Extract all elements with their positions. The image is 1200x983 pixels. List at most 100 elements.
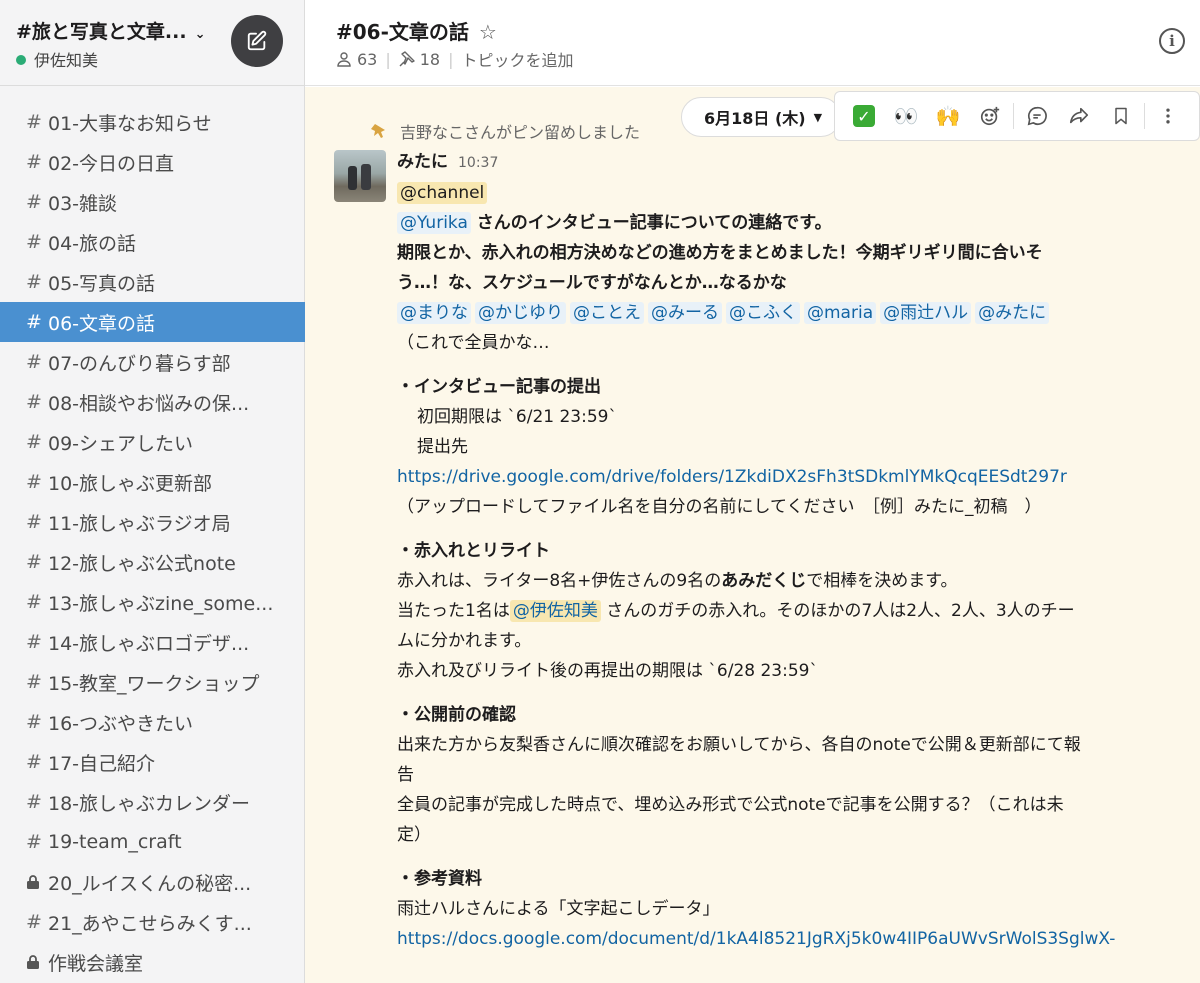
sidebar-item-channel[interactable]: #04-旅の話 [0,222,305,262]
user-mention[interactable]: @かじゆり [475,302,566,324]
drive-link[interactable]: https://drive.google.com/drive/folders/1… [397,467,1067,487]
section-title: ・参考資料 [397,869,482,889]
date-divider-button[interactable]: 6月18日 (木) ▼ [681,97,842,137]
sidebar-item-channel[interactable]: #03-雑談 [0,182,305,222]
hash-icon: # [26,591,42,613]
user-mention[interactable]: @みーる [648,302,722,324]
sidebar-item-label: 21_あやこせらみくす... [48,912,252,935]
sidebar-item-label: 11-旅しゃぶラジオ局 [48,512,231,535]
react-check-button[interactable]: ✓ [843,96,885,136]
add-topic-button[interactable]: トピックを追加 [462,47,574,71]
message-line: 赤入れは、ライター8名+伊佐さんの9名のあみだくじで相棒を決めます。 [397,566,1197,596]
pin-notice: 吉野なこさんがピン留めしました [370,119,640,143]
sidebar-item-label: 10-旅しゃぶ更新部 [48,472,213,495]
sidebar-item-channel[interactable]: #17-自己紹介 [0,742,305,782]
sidebar-item-channel[interactable]: #02-今日の日直 [0,142,305,182]
save-button[interactable] [1100,96,1142,136]
user-mention[interactable]: @maria [804,302,877,324]
avatar-figure [361,164,371,190]
sidebar-item-channel[interactable]: 20_ルイスくんの秘密... [0,862,305,902]
timestamp[interactable]: 10:37 [458,148,498,178]
divider: | [448,49,454,69]
pins-button[interactable]: 18 [399,50,440,69]
message-text: （これで全員かな… [397,333,550,353]
channel-header: #06-文章の話 ☆ 63 | 18 | トピックを追加 i [305,0,1200,86]
divider [1013,103,1014,129]
sidebar-item-channel[interactable]: #16-つぶやきたい [0,702,305,742]
more-actions-button[interactable] [1147,96,1189,136]
hash-icon: # [26,351,42,373]
user-mention[interactable]: @雨辻ハル [880,302,972,324]
sidebar-item-channel[interactable]: #15-教室_ワークショップ [0,662,305,702]
sidebar-item-channel[interactable]: #18-旅しゃぶカレンダー [0,782,305,822]
compose-button[interactable] [231,15,283,67]
sidebar-item-channel[interactable]: #12-旅しゃぶ公式note [0,542,305,582]
share-button[interactable] [1058,96,1100,136]
hash-icon: # [26,191,42,213]
add-reaction-icon [980,106,1000,126]
add-reaction-button[interactable] [969,96,1011,136]
section-title: ・公開前の確認 [397,705,516,725]
user-mention[interactable]: @まりな [397,302,471,324]
sidebar-item-label: 02-今日の日直 [48,152,175,175]
star-icon[interactable]: ☆ [479,20,497,44]
sidebar-item-channel[interactable]: #06-文章の話 [0,302,305,342]
sidebar-item-channel[interactable]: #21_あやこせらみくす... [0,902,305,942]
sidebar-item-channel[interactable]: #05-写真の話 [0,262,305,302]
reply-thread-button[interactable] [1016,96,1058,136]
react-eyes-button[interactable]: 👀 [885,96,927,136]
message-text: 当たった1名は [397,601,510,621]
sidebar-item-channel[interactable]: #10-旅しゃぶ更新部 [0,462,305,502]
sidebar-item-channel[interactable]: 作戦会議室 [0,942,305,982]
hash-icon: # [26,911,42,933]
sidebar-item-label: 08-相談やお悩みの保... [48,392,250,415]
sidebar-item-channel[interactable]: #07-のんびり暮らす部 [0,342,305,382]
channel-title[interactable]: #06-文章の話 ☆ [336,16,497,45]
sidebar-item-channel[interactable]: #09-シェアしたい [0,422,305,462]
members-button[interactable]: 63 [336,50,377,69]
sidebar-item-label: 13-旅しゃぶzine_some... [48,592,274,615]
avatar[interactable] [334,150,386,202]
current-user: 伊佐知美 [16,47,98,71]
hash-icon: # [26,831,42,853]
user-mention[interactable]: @伊佐知美 [509,600,601,622]
person-icon [337,52,351,67]
channel-title-label: #06-文章の話 [336,20,469,44]
more-vertical-icon [1166,108,1170,124]
message-actions: ✓ 👀 🙌 [834,91,1200,141]
hash-icon: # [26,511,42,533]
sender-name[interactable]: みたに [397,147,448,177]
section-title: ・インタビュー記事の提出 [397,377,601,397]
user-mention[interactable]: @こふく [726,302,800,324]
workspace-header[interactable]: #旅と写真と文章... ⌄ 伊佐知美 [0,0,305,86]
message-text: で相棒を決めます。 [806,571,958,591]
sidebar-item-channel[interactable]: #08-相談やお悩みの保... [0,382,305,422]
workspace-name[interactable]: #旅と写真と文章... ⌄ [16,17,205,44]
member-count: 63 [357,49,378,69]
info-icon[interactable]: i [1159,28,1185,54]
user-mention[interactable]: @ことえ [570,302,644,324]
sidebar: #旅と写真と文章... ⌄ 伊佐知美 #01-大事なお知らせ #02-今日の日直 #0… [0,0,305,983]
sidebar-item-channel[interactable]: #13-旅しゃぶzine_some... [0,582,305,622]
user-mention[interactable]: @みたに [975,302,1050,324]
sidebar-item-channel[interactable]: #11-旅しゃぶラジオ局 [0,502,305,542]
hash-icon: # [26,551,42,573]
react-hands-button[interactable]: 🙌 [927,96,969,136]
channel-mention[interactable]: @channel [397,182,488,204]
sidebar-item-label: 作戦会議室 [48,952,144,975]
docs-link[interactable]: https://docs.google.com/document/d/1kA4l… [397,929,1115,949]
sidebar-item-channel[interactable]: #19-team_craft [0,822,305,862]
user-mention[interactable]: @Yurika [397,212,471,234]
sidebar-item-channel[interactable]: #14-旅しゃぶロゴデザ... [0,622,305,662]
sidebar-item-channel[interactable]: #01-大事なお知らせ [0,102,305,142]
sidebar-item-label: 01-大事なお知らせ [48,112,212,135]
sidebar-item-label: 05-写真の話 [48,272,156,295]
presence-icon [16,55,26,65]
message-text: 提出先 [417,437,468,457]
message-text: ムに分かれます。 [397,631,532,651]
message-line: 当たった1名は @伊佐知美 さんのガチの赤入れ。そのほかの7人は2人、2人、3人の… [397,596,1197,626]
hash-icon: # [26,751,42,773]
